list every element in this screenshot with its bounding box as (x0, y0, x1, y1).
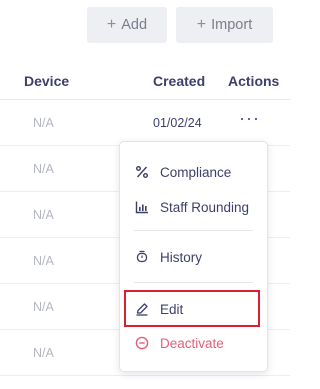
bar-chart-icon (134, 199, 150, 215)
column-header-device[interactable]: Device (24, 73, 69, 89)
device-cell: N/A (33, 162, 54, 176)
history-icon (134, 249, 150, 265)
table-row: N/A 01/02/24 ··· (0, 100, 290, 146)
menu-item-deactivate[interactable]: Deactivate (134, 333, 224, 353)
toolbar: + Add + Import (0, 0, 290, 60)
import-button[interactable]: + Import (176, 7, 273, 43)
more-actions-icon[interactable]: ··· (239, 108, 260, 129)
menu-item-label: History (160, 249, 203, 265)
menu-item-staff-rounding[interactable]: Staff Rounding (134, 197, 249, 217)
menu-divider (134, 230, 253, 231)
created-cell: 01/02/24 (153, 116, 202, 130)
menu-item-history[interactable]: History (134, 247, 202, 267)
column-header-actions: Actions (228, 73, 280, 89)
column-header-created[interactable]: Created (153, 73, 205, 89)
add-button-label: Add (121, 17, 148, 33)
device-cell: N/A (33, 208, 54, 222)
menu-divider (134, 282, 253, 283)
menu-item-label: Staff Rounding (160, 199, 250, 215)
menu-item-label: Compliance (160, 164, 232, 180)
edit-highlight-box (124, 290, 260, 327)
device-cell: N/A (33, 116, 54, 130)
device-cell: N/A (33, 300, 54, 314)
device-cell: N/A (33, 254, 54, 268)
menu-item-compliance[interactable]: Compliance (134, 162, 231, 182)
percent-icon (134, 164, 150, 180)
device-cell: N/A (33, 346, 54, 360)
import-button-label: Import (211, 17, 253, 33)
plus-icon: + (106, 16, 117, 33)
table-header: Device Created Actions (0, 62, 290, 100)
minus-circle-icon (134, 335, 150, 351)
actions-dropdown-menu: Compliance Staff Rounding History Edit D… (119, 141, 268, 372)
add-button[interactable]: + Add (87, 7, 167, 43)
menu-item-label: Deactivate (160, 335, 224, 351)
plus-icon: + (196, 16, 207, 33)
